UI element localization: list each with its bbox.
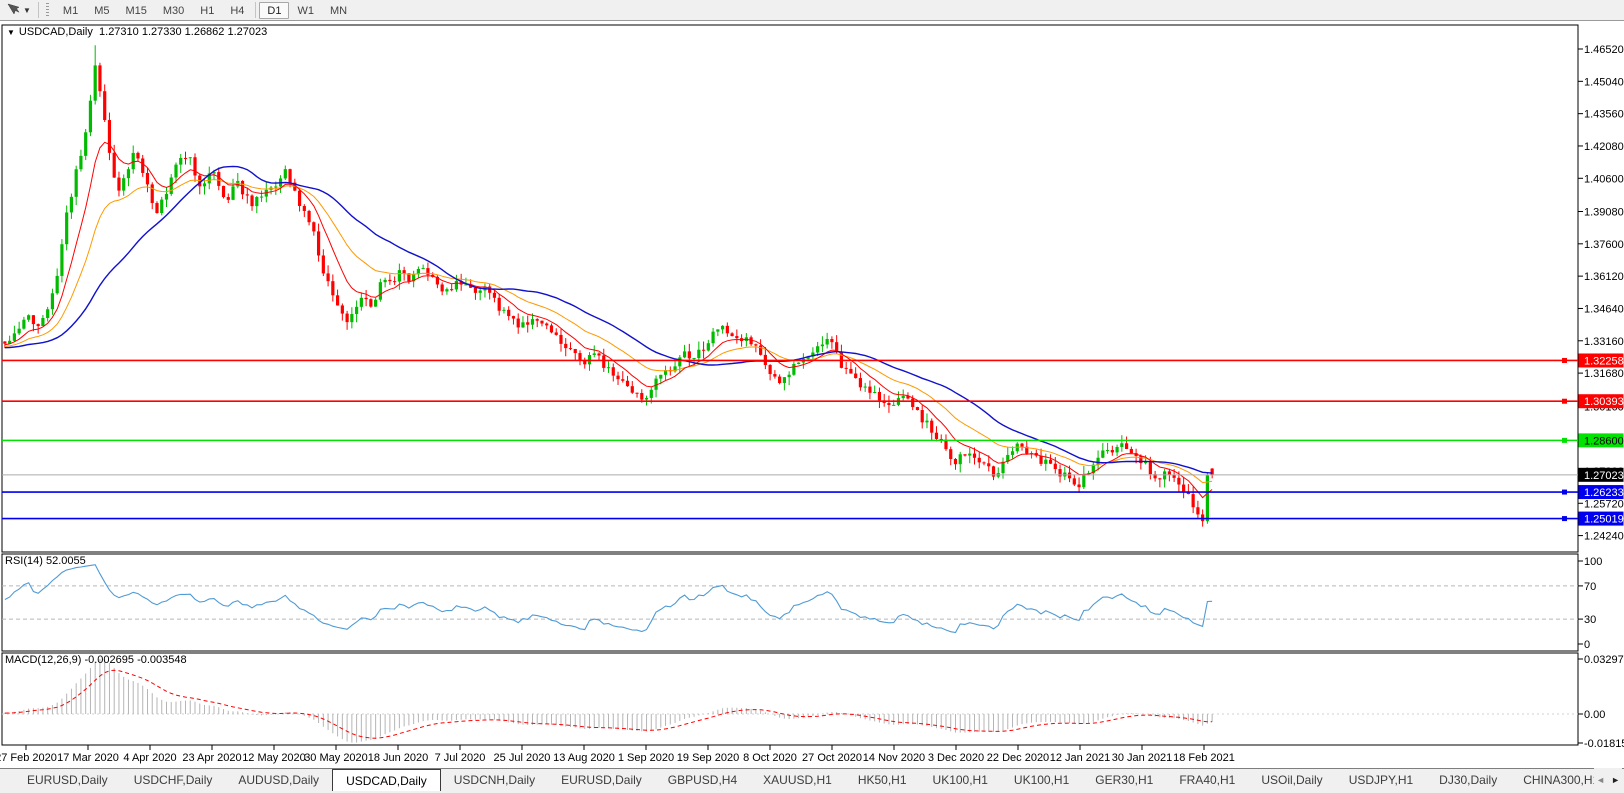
price-axis-tick: 1.31680 (1584, 368, 1624, 380)
line-handle[interactable] (1562, 516, 1567, 521)
chart-tab-usdcnh-daily[interactable]: USDCNH,Daily (441, 769, 548, 791)
macd-axis-tick: -0.018154 (1584, 738, 1624, 750)
chart-title: ▼ USDCAD,Daily 1.27310 1.27330 1.26862 1.… (7, 26, 267, 38)
cursor-tool-button[interactable]: ▼ (2, 1, 35, 19)
chart-tab-usdchf-daily[interactable]: USDCHF,Daily (121, 769, 226, 791)
chart-tab-usdcad-daily[interactable]: USDCAD,Daily (332, 769, 441, 791)
date-axis-label: 3 Dec 2020 (928, 752, 984, 764)
chart-tab-eurusd-daily[interactable]: EURUSD,Daily (14, 769, 121, 791)
line-handle[interactable] (1562, 399, 1567, 404)
timeframe-button-d1[interactable]: D1 (259, 2, 289, 19)
tab-scroll-left-icon[interactable]: ◄ (1596, 775, 1605, 785)
collapse-triangle-icon[interactable]: ▼ (7, 28, 15, 37)
price-axis-tick: 1.46520 (1584, 44, 1624, 56)
price-axis-tick: 1.25720 (1584, 498, 1624, 510)
timeframe-button-m30[interactable]: M30 (155, 2, 192, 19)
macd-axis-tick: 0.00 (1584, 709, 1605, 721)
chart-canvas[interactable]: 1.46520 1.45040 1.43560 1.42080 1.40600 1.390… (0, 21, 1624, 768)
line-handle[interactable] (1562, 358, 1567, 363)
tab-scroll-right-icon[interactable]: ► (1611, 775, 1620, 785)
date-axis-label: 22 Dec 2020 (987, 752, 1049, 764)
price-axis-tick: 1.39080 (1584, 206, 1624, 218)
price-axis-tick: 1.24240 (1584, 531, 1624, 543)
date-axis-label: 18 Jun 2020 (368, 752, 429, 764)
price-axis-tick: 1.45040 (1584, 76, 1624, 88)
price-axis-tick: 1.37600 (1584, 239, 1624, 251)
date-axis-label: 17 Mar 2020 (57, 752, 119, 764)
chart-tab-usoil-daily[interactable]: USOil,Daily (1248, 769, 1335, 791)
chart-tab-audusd-daily[interactable]: AUDUSD,Daily (225, 769, 332, 791)
timeframe-button-h1[interactable]: H1 (192, 2, 222, 19)
timeframe-button-w1[interactable]: W1 (289, 2, 322, 19)
chart-tab-fra40-h1[interactable]: FRA40,H1 (1166, 769, 1248, 791)
date-axis-label: 23 Apr 2020 (182, 752, 241, 764)
macd-axis-tick: 0.032972 (1584, 654, 1624, 666)
chart-tab-hk50-h1[interactable]: HK50,H1 (845, 769, 920, 791)
toolbar-separator (255, 2, 256, 18)
date-axis-label: 4 Apr 2020 (123, 752, 176, 764)
price-axis-tick: 1.40600 (1584, 173, 1624, 185)
pane-frame (2, 653, 1578, 745)
chart-symbol-label: USDCAD,Daily (19, 26, 93, 38)
macd-indicator-label: MACD(12,26,9) -0.002695 -0.003548 (5, 654, 187, 666)
chart-tab-dj30-daily[interactable]: DJ30,Daily (1426, 769, 1510, 791)
line-handle[interactable] (1562, 490, 1567, 495)
price-axis-tick: 1.36120 (1584, 271, 1624, 283)
date-axis-label: 7 Jul 2020 (435, 752, 486, 764)
tab-scroll-buttons: ◄ ► (1594, 768, 1622, 791)
price-axis-tick: 1.33160 (1584, 336, 1624, 348)
timeframe-button-m15[interactable]: M15 (117, 2, 154, 19)
timeframe-button-m5[interactable]: M5 (86, 2, 117, 19)
chart-tab-ger30-h1[interactable]: GER30,H1 (1082, 769, 1166, 791)
rsi-axis-tick: 0 (1584, 639, 1590, 651)
chart-tab-gbpusd-h4[interactable]: GBPUSD,H4 (655, 769, 750, 791)
date-axis-label: 27 Oct 2020 (802, 752, 862, 764)
chevron-down-icon[interactable]: ▼ (23, 6, 31, 15)
date-axis-label: 13 Aug 2020 (553, 752, 615, 764)
timeframe-button-group: M1M5M15M30H1H4 D1W1MN (55, 0, 355, 20)
toolbar-grip[interactable] (46, 3, 49, 17)
rsi-axis-tick: 100 (1584, 556, 1602, 568)
rsi-axis-tick: 70 (1584, 581, 1596, 593)
date-axis-label: 8 Oct 2020 (743, 752, 797, 764)
date-axis-label: 12 Jan 2021 (1050, 752, 1111, 764)
date-axis-label: 30 May 2020 (304, 752, 368, 764)
pane-frame (2, 25, 1578, 552)
line-handle[interactable] (1562, 438, 1567, 443)
chart-tab-uk100-h1[interactable]: UK100,H1 (920, 769, 1001, 791)
timeframe-button-h4[interactable]: H4 (222, 2, 252, 19)
price-label-1.25019-text: 1.25019 (1584, 514, 1624, 526)
date-axis-label: 12 May 2020 (242, 752, 306, 764)
price-label-1.26233-text: 1.26233 (1584, 487, 1624, 499)
top-toolbar: ▼ M1M5M15M30H1H4 D1W1MN (0, 0, 1624, 21)
chart-ohlc-values: 1.27310 1.27330 1.26862 1.27023 (99, 26, 267, 38)
price-label-1.30393-text: 1.30393 (1584, 396, 1624, 408)
date-axis-label: 18 Feb 2021 (1173, 752, 1235, 764)
chart-tab-bar: EURUSD,DailyUSDCHF,DailyAUDUSD,DailyUSDC… (0, 768, 1624, 791)
timeframe-button-mn[interactable]: MN (322, 2, 355, 19)
price-axis-tick: 1.42080 (1584, 141, 1624, 153)
cursor-arrow-icon (6, 3, 20, 17)
chart-tab-usdjpy-h1[interactable]: USDJPY,H1 (1336, 769, 1426, 791)
rsi-indicator-label: RSI(14) 52.0055 (5, 555, 86, 567)
date-axis-label: 25 Jul 2020 (494, 752, 551, 764)
chart-area: 1.46520 1.45040 1.43560 1.42080 1.40600 1.390… (0, 21, 1624, 768)
chart-tab-xauusd-h1[interactable]: XAUUSD,H1 (750, 769, 845, 791)
toolbar-separator (38, 2, 39, 18)
date-axis-label: 30 Jan 2021 (1112, 752, 1173, 764)
chart-tab-eurusd-daily[interactable]: EURUSD,Daily (548, 769, 655, 791)
price-axis-tick: 1.34640 (1584, 303, 1624, 315)
rsi-axis-tick: 30 (1584, 614, 1596, 626)
chart-tab-uk100-h1[interactable]: UK100,H1 (1001, 769, 1082, 791)
pane-frame (2, 554, 1578, 651)
price-label-1.28600-text: 1.28600 (1584, 435, 1624, 447)
price-axis-tick: 1.43560 (1584, 109, 1624, 121)
date-axis-label: 27 Feb 2020 (0, 752, 57, 764)
price-label-1.32258-text: 1.32258 (1584, 355, 1624, 367)
date-axis-label: 14 Nov 2020 (863, 752, 925, 764)
timeframe-button-m1[interactable]: M1 (55, 2, 86, 19)
date-axis-label: 1 Sep 2020 (618, 752, 674, 764)
date-axis-label: 19 Sep 2020 (677, 752, 739, 764)
current-price-label-text: 1.27023 (1584, 470, 1624, 482)
